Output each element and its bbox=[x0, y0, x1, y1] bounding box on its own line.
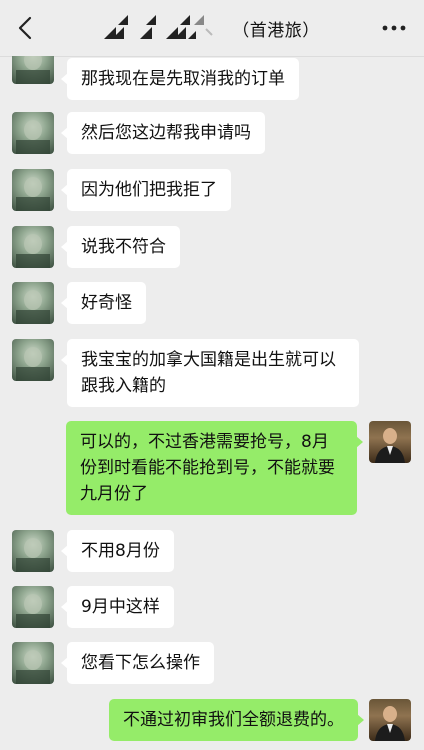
message-bubble-incoming[interactable]: 您看下怎么操作 bbox=[61, 642, 214, 684]
contact-avatar[interactable] bbox=[12, 642, 54, 684]
message-bubble-incoming[interactable]: 因为他们把我拒了 bbox=[61, 169, 231, 211]
chat-title: （首港旅） bbox=[104, 15, 320, 41]
brand-logo-icon bbox=[104, 15, 224, 41]
message-text: 那我现在是先取消我的订单 bbox=[81, 69, 285, 89]
contact-avatar[interactable] bbox=[12, 586, 54, 628]
message-bubble-incoming[interactable]: 那我现在是先取消我的订单 bbox=[61, 58, 299, 100]
message-bubble-outgoing[interactable]: 不通过初审我们全额退费的。 bbox=[109, 699, 364, 741]
message-bubble-incoming[interactable]: 说我不符合 bbox=[61, 226, 180, 268]
message-text: 可以的，不过香港需要抢号，8月份到时看能不能抢到号，不能就要九月份了 bbox=[80, 432, 335, 504]
message-text: 不通过初审我们全额退费的。 bbox=[123, 710, 344, 730]
message-bubble-outgoing[interactable]: 可以的，不过香港需要抢号，8月份到时看能不能抢到号，不能就要九月份了 bbox=[66, 421, 363, 515]
chat-title-text: （首港旅） bbox=[232, 20, 320, 41]
message-bubble-incoming[interactable]: 不用8月份 bbox=[61, 530, 174, 572]
message-text: 好奇怪 bbox=[81, 293, 132, 313]
top-bar: （首港旅） bbox=[0, 0, 424, 57]
my-avatar[interactable] bbox=[369, 421, 411, 463]
message-bubble-incoming[interactable]: 9月中这样 bbox=[61, 586, 174, 628]
message-text: 说我不符合 bbox=[81, 237, 166, 257]
message-bubble-incoming[interactable]: 然后您这边帮我申请吗 bbox=[61, 112, 265, 154]
my-avatar[interactable] bbox=[369, 699, 411, 741]
contact-avatar[interactable] bbox=[12, 282, 54, 324]
contact-avatar[interactable] bbox=[12, 226, 54, 268]
message-text: 然后您这边帮我申请吗 bbox=[81, 123, 251, 143]
contact-avatar[interactable] bbox=[12, 112, 54, 154]
chevron-left-icon[interactable] bbox=[14, 14, 36, 42]
message-text: 您看下怎么操作 bbox=[81, 653, 200, 673]
more-dots-icon[interactable] bbox=[380, 16, 408, 40]
contact-avatar[interactable] bbox=[12, 56, 54, 84]
message-text: 我宝宝的加拿大国籍是出生就可以跟我入籍的 bbox=[81, 350, 336, 396]
contact-avatar[interactable] bbox=[12, 530, 54, 572]
chat-area[interactable]: 那我现在是先取消我的订单 然后您这边帮我申请吗 因为他们把我拒了 说我不符合 好… bbox=[0, 56, 424, 750]
message-bubble-incoming[interactable]: 好奇怪 bbox=[61, 282, 146, 324]
message-text: 9月中这样 bbox=[81, 597, 160, 617]
contact-avatar[interactable] bbox=[12, 339, 54, 381]
message-text: 因为他们把我拒了 bbox=[81, 180, 217, 200]
message-bubble-incoming[interactable]: 我宝宝的加拿大国籍是出生就可以跟我入籍的 bbox=[61, 339, 359, 407]
message-text: 不用8月份 bbox=[81, 541, 160, 561]
contact-avatar[interactable] bbox=[12, 169, 54, 211]
